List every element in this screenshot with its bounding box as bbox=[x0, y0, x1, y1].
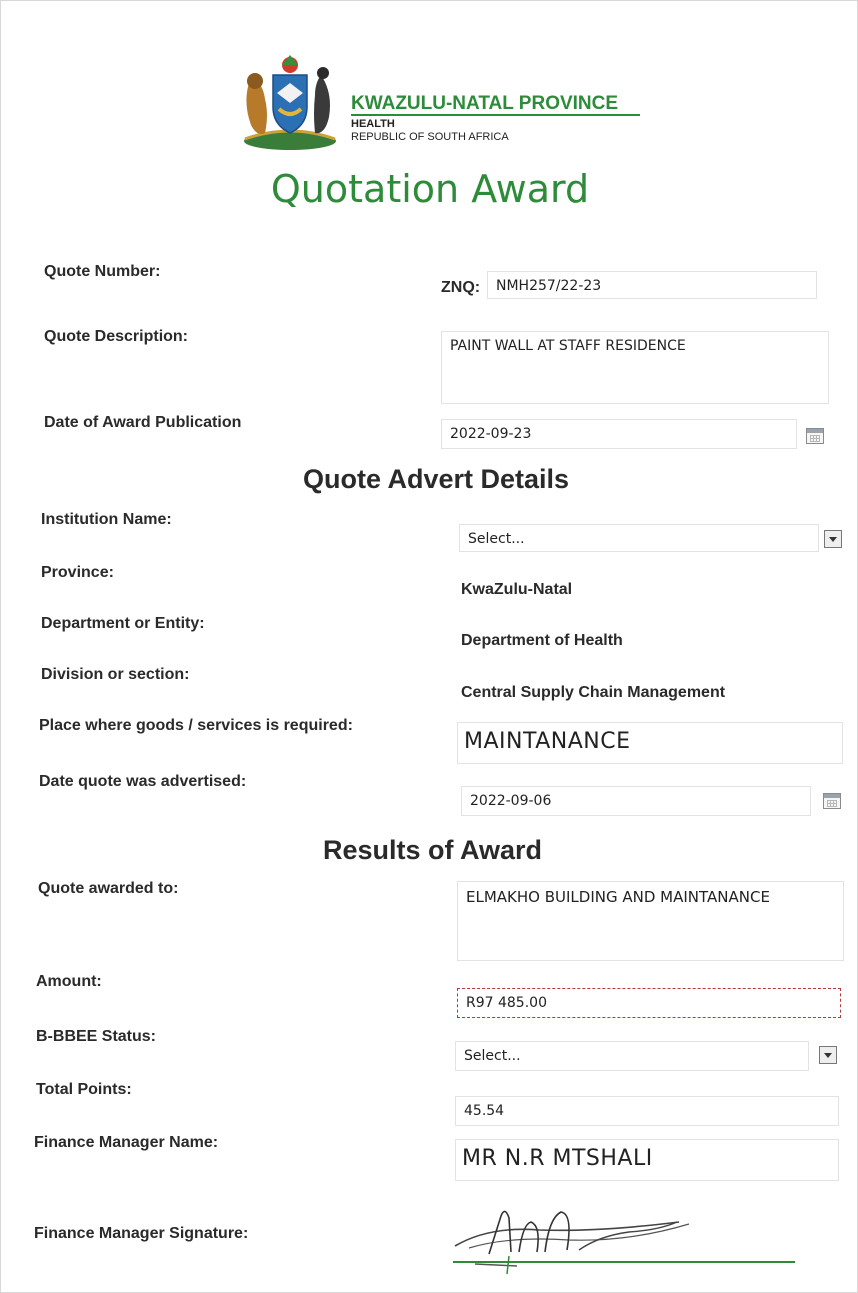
award-date-field[interactable]: 2022-09-23 bbox=[441, 419, 797, 449]
total-points-label: Total Points: bbox=[36, 1081, 132, 1098]
amount-label: Amount: bbox=[36, 973, 102, 990]
calendar-icon[interactable] bbox=[806, 428, 824, 444]
finance-manager-name-field[interactable]: MR N.R MTSHALI bbox=[455, 1139, 839, 1181]
coat-of-arms-logo bbox=[244, 55, 336, 150]
page-title: Quotation Award bbox=[270, 167, 590, 211]
awarded-to-label: Quote awarded to: bbox=[38, 880, 179, 897]
division-label: Division or section: bbox=[41, 666, 190, 683]
province-value: KwaZulu-Natal bbox=[461, 581, 573, 598]
quote-number-prefix: ZNQ: bbox=[441, 279, 481, 296]
handwritten-signature bbox=[453, 1210, 795, 1275]
title-underline bbox=[351, 114, 640, 116]
department-label: Department or Entity: bbox=[41, 615, 205, 632]
bbbee-select[interactable]: Select... bbox=[455, 1041, 809, 1071]
document-page: KWAZULU-NATAL PROVINCE HEALTH REPUBLIC O… bbox=[0, 0, 858, 1293]
republic-name: REPUBLIC OF SOUTH AFRICA bbox=[351, 131, 509, 143]
total-points-field[interactable]: 45.54 bbox=[455, 1096, 839, 1126]
calendar-icon[interactable] bbox=[823, 793, 841, 809]
advert-heading: Quote Advert Details bbox=[303, 464, 570, 494]
chevron-down-icon[interactable] bbox=[824, 530, 842, 548]
place-field[interactable]: MAINTANANCE bbox=[457, 722, 843, 764]
department-name: HEALTH bbox=[351, 118, 395, 130]
institution-label: Institution Name: bbox=[41, 511, 172, 528]
finance-manager-signature-label: Finance Manager Signature: bbox=[34, 1225, 249, 1242]
bbbee-label: B-BBEE Status: bbox=[36, 1028, 157, 1045]
institution-select[interactable]: Select... bbox=[459, 524, 819, 552]
quote-description-label: Quote Description: bbox=[44, 328, 189, 345]
advertised-date-field[interactable]: 2022-09-06 bbox=[461, 786, 811, 816]
province-label: Province: bbox=[41, 564, 114, 581]
quote-number-label: Quote Number: bbox=[44, 263, 161, 280]
place-label: Place where goods / services is required… bbox=[39, 717, 353, 734]
results-heading: Results of Award bbox=[323, 835, 543, 865]
department-value: Department of Health bbox=[461, 632, 623, 649]
advertised-date-label: Date quote was advertised: bbox=[39, 773, 247, 790]
province-name: KWAZULU-NATAL PROVINCE bbox=[351, 93, 619, 114]
division-value: Central Supply Chain Management bbox=[461, 684, 726, 701]
amount-field[interactable]: R97 485.00 bbox=[457, 988, 841, 1018]
quote-number-field[interactable]: NMH257/22-23 bbox=[487, 271, 817, 299]
awarded-to-field[interactable]: ELMAKHO BUILDING AND MAINTANANCE bbox=[457, 881, 844, 961]
award-date-label: Date of Award Publication bbox=[44, 414, 242, 431]
quote-description-field[interactable]: PAINT WALL AT STAFF RESIDENCE bbox=[441, 331, 829, 404]
chevron-down-icon[interactable] bbox=[819, 1046, 837, 1064]
finance-manager-name-label: Finance Manager Name: bbox=[34, 1134, 219, 1151]
